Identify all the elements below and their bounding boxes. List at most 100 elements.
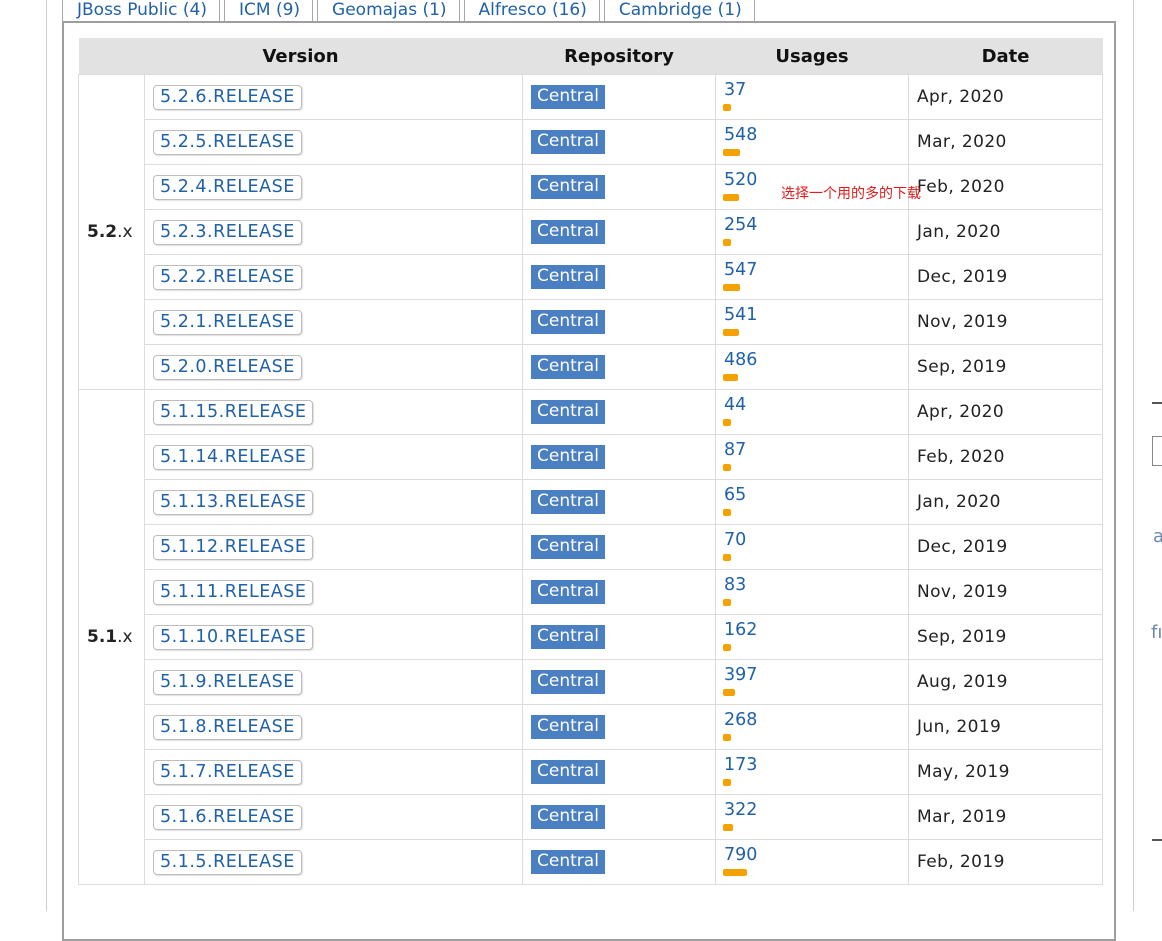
version-link[interactable]: 5.2.0.RELEASE [153,354,302,380]
usages-cell: 37 [715,74,910,120]
version-link[interactable]: 5.1.5.RELEASE [153,849,302,875]
version-cell: 5.1.13.RELEASE [143,479,524,525]
version-link[interactable]: 5.1.6.RELEASE [153,804,302,830]
repository-badge[interactable]: Central [531,310,605,334]
repository-cell: Central [522,119,717,165]
usages-cell: 548 [715,119,910,165]
version-link[interactable]: 5.1.11.RELEASE [153,579,314,605]
usages-link[interactable]: 44 [724,395,746,415]
usages-link[interactable]: 520 [724,170,757,190]
usages-cell: 541 [715,299,910,345]
repository-badge[interactable]: Central [531,760,605,784]
usages-link[interactable]: 83 [724,575,746,595]
date-cell: Feb, 2019 [908,839,1104,885]
version-link[interactable]: 5.2.2.RELEASE [153,264,302,290]
repository-cell: Central [522,614,717,660]
version-link[interactable]: 5.1.10.RELEASE [153,624,314,650]
repository-badge[interactable]: Central [531,580,605,604]
repository-cell: Central [522,749,717,795]
version-cell: 5.1.6.RELEASE [143,794,524,840]
usages-cell: 162 [715,614,910,660]
repository-cell: Central [522,254,717,300]
version-link[interactable]: 5.1.13.RELEASE [153,489,314,515]
usages-link[interactable]: 541 [724,305,757,325]
side-divider [1152,839,1162,841]
table-row: 5.1.7.RELEASE Central 173 May, 2019 [79,749,1104,795]
side-input-edge[interactable] [1152,436,1162,466]
usages-link[interactable]: 87 [724,440,746,460]
usage-bar [723,239,732,246]
table-row: 5.1.12.RELEASE Central 70 Dec, 2019 [79,524,1104,570]
usages-link[interactable]: 37 [724,80,746,100]
version-link[interactable]: 5.2.3.RELEASE [153,219,302,245]
tab-cambridge[interactable]: Cambridge (1) [603,0,755,22]
version-cell: 5.2.2.RELEASE [143,254,524,300]
usages-link[interactable]: 70 [724,530,746,550]
version-link[interactable]: 5.1.8.RELEASE [153,714,302,740]
date-cell: Dec, 2019 [908,254,1104,300]
repository-badge[interactable]: Central [531,265,605,289]
repository-badge[interactable]: Central [531,175,605,199]
date-cell: Feb, 2020 [908,164,1104,210]
usages-link[interactable]: 322 [724,800,757,820]
version-link[interactable]: 5.1.14.RELEASE [153,444,314,470]
tab-jboss-public[interactable]: JBoss Public (4) [62,0,220,22]
repository-badge[interactable]: Central [531,715,605,739]
repository-badge[interactable]: Central [531,445,605,469]
tab-alfresco[interactable]: Alfresco (16) [463,0,600,22]
repository-badge[interactable]: Central [531,670,605,694]
usage-bar [723,464,732,471]
table-row: 5.1.9.RELEASE Central 397 Aug, 2019 [79,659,1104,705]
version-link[interactable]: 5.2.5.RELEASE [153,129,302,155]
table-row: 5.1.10.RELEASE Central 162 Sep, 2019 [79,614,1104,660]
tab-icm[interactable]: ICM (9) [224,0,314,22]
version-link[interactable]: 5.2.1.RELEASE [153,309,302,335]
usages-link[interactable]: 162 [724,620,757,640]
usage-bar [723,374,739,381]
version-link[interactable]: 5.1.12.RELEASE [153,534,314,560]
repository-cell: Central [522,479,717,525]
repository-badge[interactable]: Central [531,805,605,829]
usages-link[interactable]: 548 [724,125,757,145]
usages-link[interactable]: 173 [724,755,757,775]
repository-badge[interactable]: Central [531,535,605,559]
usages-link[interactable]: 397 [724,665,757,685]
repository-cell: Central [522,704,717,750]
group-suffix: .x [117,627,133,647]
version-cell: 5.2.3.RELEASE [143,209,524,255]
usages-cell: 486 [715,344,910,390]
repository-badge[interactable]: Central [531,850,605,874]
repository-badge[interactable]: Central [531,130,605,154]
table-row: 5.1.5.RELEASE Central 790 Feb, 2019 [79,839,1104,885]
usages-link[interactable]: 486 [724,350,757,370]
table-row: 5.2.4.RELEASE Central 520 Feb, 2020 [79,164,1104,210]
usages-link[interactable]: 547 [724,260,757,280]
repository-badge[interactable]: Central [531,355,605,379]
usages-link[interactable]: 254 [724,215,757,235]
version-link[interactable]: 5.2.4.RELEASE [153,174,302,200]
tab-geomajas[interactable]: Geomajas (1) [317,0,460,22]
version-link[interactable]: 5.1.15.RELEASE [153,399,314,425]
version-link[interactable]: 5.2.6.RELEASE [153,84,302,110]
usages-link[interactable]: 790 [724,845,757,865]
repository-badge[interactable]: Central [531,400,605,424]
date-cell: Sep, 2019 [908,614,1104,660]
table-row: 5.2.3.RELEASE Central 254 Jan, 2020 [79,209,1104,255]
date-cell: Feb, 2020 [908,434,1104,480]
repository-badge[interactable]: Central [531,85,605,109]
usages-link[interactable]: 65 [724,485,746,505]
date-cell: Aug, 2019 [908,659,1104,705]
usage-bar [723,509,732,516]
repository-cell: Central [522,209,717,255]
version-link[interactable]: 5.1.7.RELEASE [153,759,302,785]
version-link[interactable]: 5.1.9.RELEASE [153,669,302,695]
usages-cell: 65 [715,479,910,525]
repository-badge[interactable]: Central [531,220,605,244]
version-cell: 5.1.7.RELEASE [143,749,524,795]
version-cell: 5.1.8.RELEASE [143,704,524,750]
repository-badge[interactable]: Central [531,625,605,649]
repository-badge[interactable]: Central [531,490,605,514]
usages-cell: 322 [715,794,910,840]
usages-cell: 87 [715,434,910,480]
usages-link[interactable]: 268 [724,710,757,730]
